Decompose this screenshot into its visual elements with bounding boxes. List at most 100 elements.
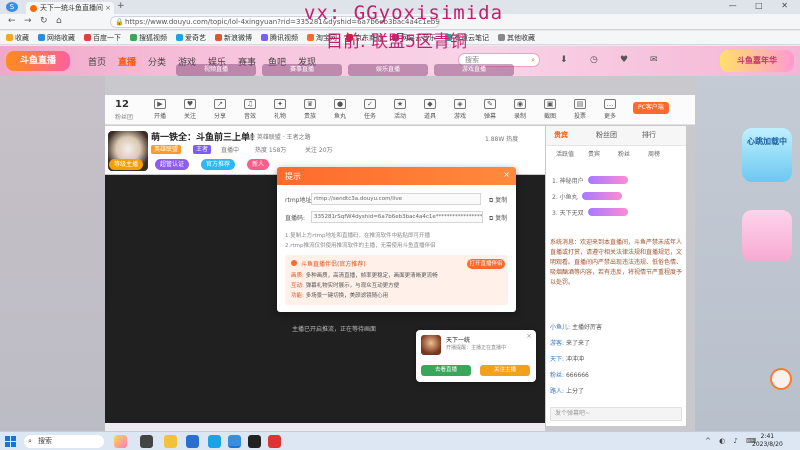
copy-rtmp-button[interactable]: ⧉ 复制 (489, 195, 507, 205)
toolbar-item[interactable]: ▤ 投票 (569, 99, 591, 120)
banner-thumb[interactable]: 游戏直播 (434, 64, 514, 76)
rank-row[interactable]: 3. 天下无双 (552, 208, 682, 217)
badge[interactable]: 超管认证 (155, 159, 190, 170)
widgets-icon[interactable] (114, 435, 127, 448)
chat-line[interactable]: 小鱼儿: 主播好厉害 (550, 322, 602, 331)
edge-icon[interactable] (208, 435, 221, 448)
toolbar-item[interactable]: ♫ 音效 (239, 99, 261, 120)
badge[interactable]: 新人 (247, 159, 270, 170)
bookmark-item[interactable]: 搜狐视频 (130, 33, 167, 43)
toolbar-item[interactable]: ▣ 截图 (539, 99, 561, 120)
download-icon[interactable]: ⬇ (560, 55, 568, 65)
bookmark-item[interactable]: 收藏 (6, 33, 29, 43)
taskbar-clock[interactable]: 2:41 2023/8/20 (752, 433, 783, 449)
chat-user[interactable]: 游客: (550, 340, 564, 347)
toolbar-item[interactable]: ◆ 道具 (419, 99, 441, 120)
message-icon[interactable]: ✉ (650, 55, 658, 65)
toolbar-item[interactable]: ♛ 贵族 (299, 99, 321, 120)
right-promo-banner[interactable] (742, 210, 792, 262)
tab-rank[interactable]: 排行 (642, 130, 656, 140)
app-icon[interactable] (186, 435, 199, 448)
toolbar-item[interactable]: ◈ 游戏 (449, 99, 471, 120)
chat-user[interactable]: 粉丝: (550, 372, 564, 379)
chat-line[interactable]: 游客: 来了来了 (550, 338, 590, 347)
browser-task-icon[interactable] (228, 435, 241, 448)
rank-row[interactable]: 2. 小鱼丸 (552, 192, 682, 201)
tab-close-icon[interactable]: × (105, 2, 111, 14)
pc-client-button[interactable]: PC客户端 (633, 102, 669, 114)
toolbar-item[interactable]: ● 鱼丸 (329, 99, 351, 120)
room-tag[interactable]: 王者 (193, 145, 212, 154)
nav-item[interactable]: 分类 (148, 55, 166, 68)
history-icon[interactable]: ◷ (590, 55, 598, 65)
rtmp-address-field[interactable]: rtmp://sendtc3a.douyu.com/live (311, 193, 481, 205)
toolbar-item[interactable]: ✓ 任务 (359, 99, 381, 120)
nav-item[interactable]: 首页 (88, 55, 106, 68)
tab-fans[interactable]: 粉丝团 (596, 130, 617, 140)
toolbar-icon: ♫ (244, 99, 256, 109)
bookmark-item[interactable]: 新浪微博 (215, 33, 252, 43)
sub-tab[interactable]: 活跃值 (556, 149, 574, 158)
badge[interactable]: 等级主播 (109, 159, 144, 170)
chat-line[interactable]: 粉丝: 666666 (550, 370, 589, 379)
home-icon[interactable]: ⌂ (56, 16, 62, 26)
toolbar-icon: ↗ (214, 99, 226, 109)
chat-input[interactable]: 发个弹幕吧~ (550, 407, 682, 421)
toolbar-item[interactable]: ↗ 分享 (209, 99, 231, 120)
dialog-close-icon[interactable]: × (503, 170, 510, 179)
chat-user[interactable]: 路人: (550, 388, 564, 395)
badge[interactable]: 官方推荐 (201, 159, 236, 170)
tab-vip[interactable]: 贵宾 (554, 130, 568, 140)
task-view-icon[interactable] (140, 435, 153, 448)
bookmark-item[interactable]: 爱奇艺 (176, 33, 206, 43)
header-promo-banner[interactable]: 斗鱼嘉年华 (720, 50, 794, 72)
sub-tab[interactable]: 粉丝 (618, 149, 630, 158)
banner-thumb[interactable]: 娱乐直播 (348, 64, 428, 76)
site-logo[interactable]: 斗鱼直播 (6, 51, 70, 71)
sub-tab[interactable]: 周榜 (648, 149, 660, 158)
chat-user[interactable]: 天下: (550, 356, 564, 363)
toolbar-item[interactable]: ★ 活动 (389, 99, 411, 120)
bookmark-label: 收藏 (15, 34, 29, 42)
watch-live-button[interactable]: 去看直播 (421, 365, 471, 376)
window-controls[interactable]: — □ ✕ (729, 1, 796, 10)
toolbar-item[interactable]: ▶ 开播 (149, 99, 171, 120)
nav-item[interactable]: 直播 (118, 55, 136, 68)
room-tag[interactable]: 英雄联盟 (151, 145, 182, 154)
right-promo-badge[interactable]: 心跳加载中 (742, 128, 792, 182)
app-icon[interactable] (268, 435, 281, 448)
refresh-icon[interactable]: ↻ (40, 16, 48, 26)
chat-line[interactable]: 路人: 上分了 (550, 386, 584, 395)
toolbar-item[interactable]: ♥ 关注 (179, 99, 201, 120)
follow-streamer-button[interactable]: 关注主播 (480, 365, 530, 376)
file-explorer-icon[interactable] (164, 435, 177, 448)
bookmark-item[interactable]: 网络收藏 (38, 33, 75, 43)
new-tab-icon[interactable]: + (117, 1, 125, 11)
rank-row[interactable]: 1. 神秘用户 (552, 176, 682, 185)
bookmark-item[interactable]: 其他收藏 (498, 33, 535, 43)
taskbar-search[interactable]: ⌕ 搜索 (24, 435, 104, 448)
back-icon[interactable]: ← (8, 16, 16, 26)
forward-icon[interactable]: → (24, 16, 32, 26)
app-icon[interactable] (248, 435, 261, 448)
windows-start-icon[interactable] (5, 436, 16, 447)
bookmark-item[interactable]: 腾讯视频 (261, 33, 298, 43)
floating-assistant-icon[interactable] (770, 368, 792, 390)
toolbar-item[interactable]: ◉ 录制 (509, 99, 531, 120)
toolbar-item[interactable]: ✦ 礼物 (269, 99, 291, 120)
banner-thumb[interactable]: 视频直播 (176, 64, 256, 76)
copy-key-button[interactable]: ⧉ 复制 (489, 213, 507, 223)
toolbar-item[interactable]: … 更多 (599, 99, 621, 120)
toolbar-item[interactable]: ✎ 弹幕 (479, 99, 501, 120)
gift-bar[interactable] (105, 423, 545, 431)
follow-icon[interactable]: ♥ (620, 55, 628, 65)
banner-thumb[interactable]: 赛事直播 (262, 64, 342, 76)
reminder-close-icon[interactable]: × (526, 332, 532, 340)
browser-tab[interactable]: 天下一统斗鱼直播间 × (26, 2, 114, 14)
stream-key-field[interactable]: 335281rSqfW4dyshid=6a7b6eb3bac4a4c1e****… (311, 211, 483, 223)
chat-line[interactable]: 天下: 冲冲冲 (550, 354, 584, 363)
chat-user[interactable]: 小鱼儿: (550, 324, 570, 331)
bookmark-item[interactable]: 百度一下 (84, 33, 121, 43)
sub-tab[interactable]: 贵宾 (588, 149, 600, 158)
open-companion-button[interactable]: 打开直播伴侣 (467, 259, 505, 269)
